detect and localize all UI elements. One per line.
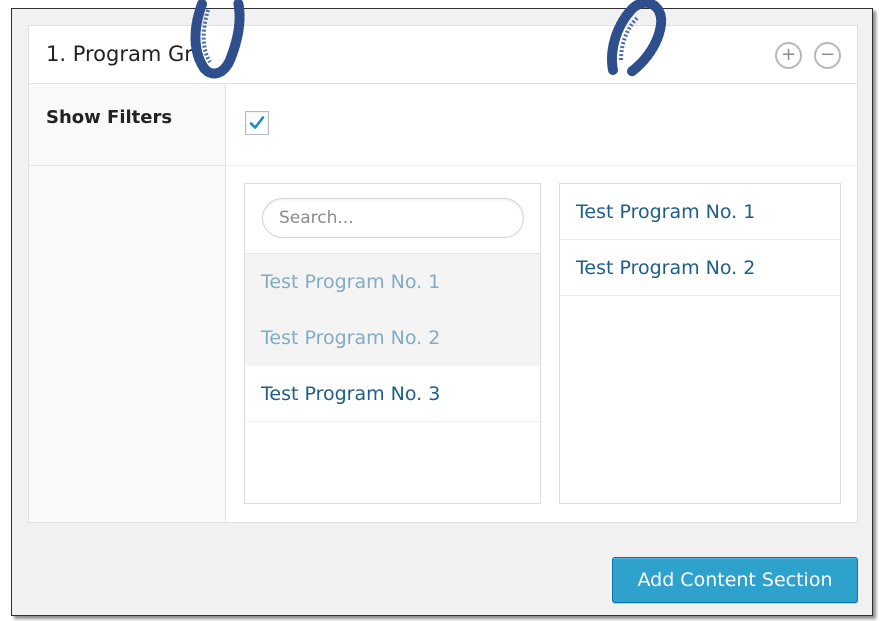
paper-clip-icon	[190, 0, 245, 79]
panel-title: 1. Program Gr	[46, 42, 193, 66]
field-label-column: Show Filters	[29, 84, 226, 522]
plus-circle-icon[interactable]: +	[775, 42, 802, 69]
available-programs-list: Test Program No. 1 Test Program No. 2 Te…	[244, 183, 541, 504]
available-item[interactable]: Test Program No. 1	[245, 254, 540, 310]
show-filters-label-cell: Show Filters	[29, 84, 225, 166]
add-content-section-button[interactable]: Add Content Section	[612, 557, 858, 603]
show-filters-checkbox[interactable]	[245, 111, 269, 135]
available-item[interactable]: Test Program No. 3	[245, 366, 540, 422]
available-item[interactable]: Test Program No. 2	[245, 310, 540, 366]
paper-clip-icon	[607, 0, 667, 77]
search-area	[245, 184, 540, 254]
chosen-item[interactable]: Test Program No. 2	[560, 240, 840, 296]
show-filters-label: Show Filters	[46, 107, 173, 128]
chosen-programs-list: Test Program No. 1 Test Program No. 2	[559, 183, 841, 504]
show-filters-value-cell	[226, 84, 857, 166]
search-input[interactable]	[262, 198, 524, 238]
content-section-panel: 1. Program Gr + − Show Filters Test Prog…	[28, 25, 858, 523]
minus-circle-icon[interactable]: −	[814, 42, 841, 69]
panel-header: 1. Program Gr + −	[29, 26, 857, 84]
checkmark-icon	[249, 116, 265, 129]
chosen-item[interactable]: Test Program No. 1	[560, 184, 840, 240]
screenshot-frame: 1. Program Gr + − Show Filters Test Prog…	[11, 8, 873, 616]
